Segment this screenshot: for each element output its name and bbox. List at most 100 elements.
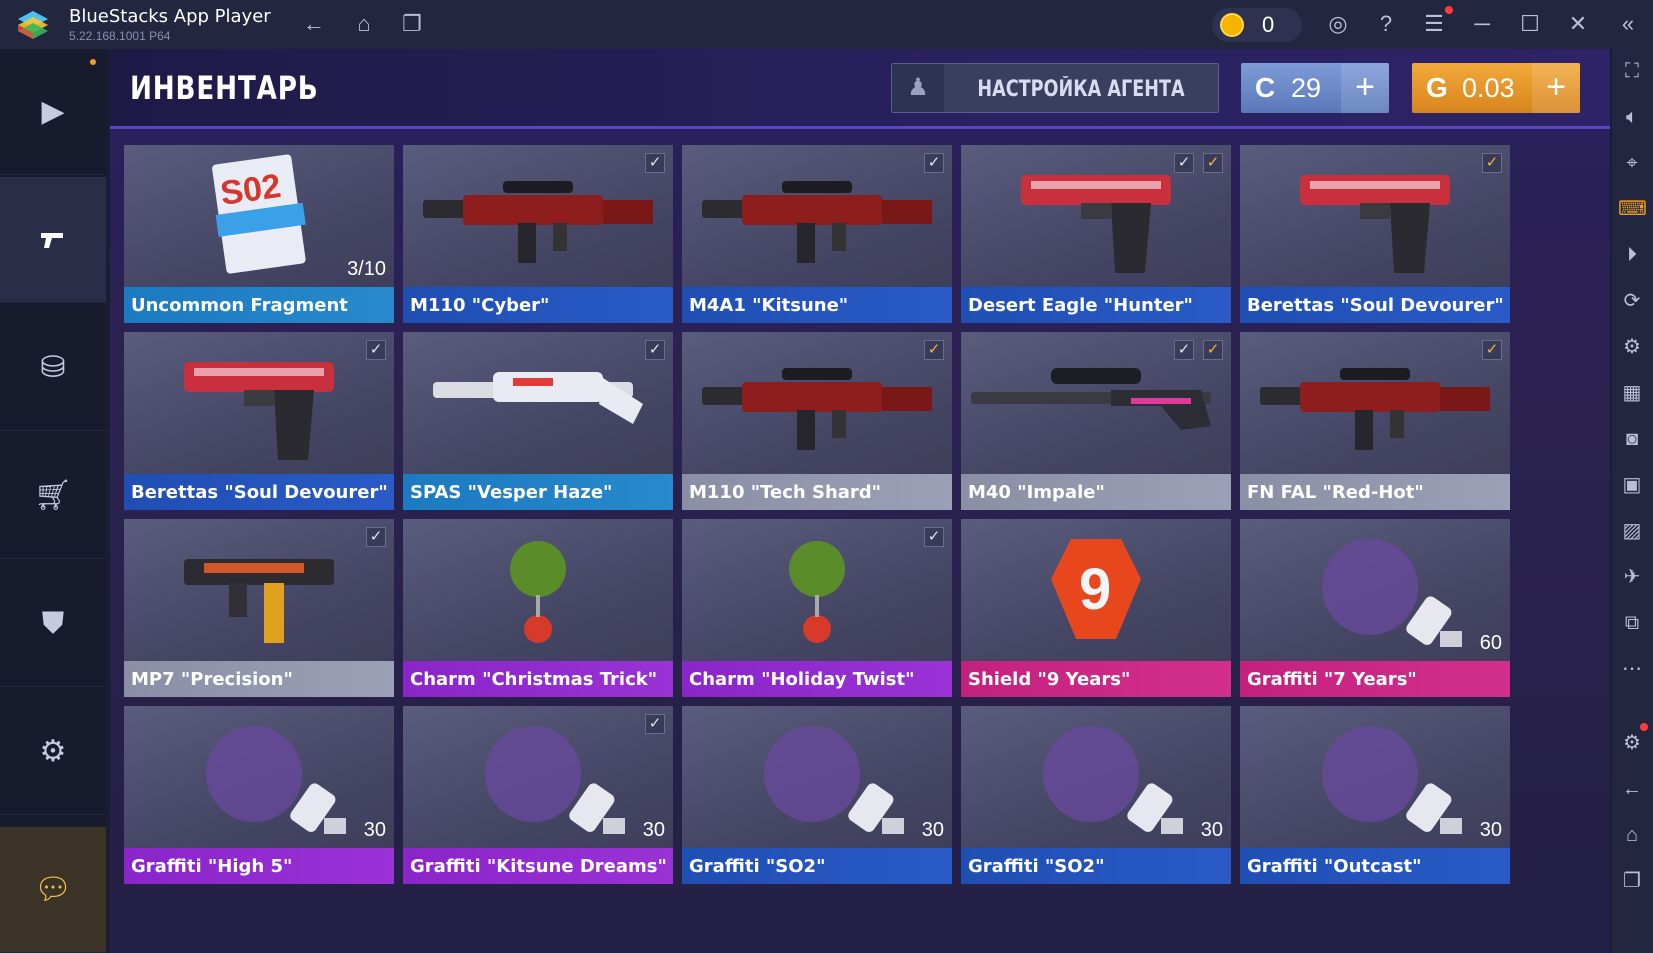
inventory-item-card[interactable]: 30 Graffiti "High 5" [124,706,394,884]
gun-icon[interactable] [0,177,106,303]
graffiti-item-art-icon [764,726,904,834]
item-name: Uncommon Fragment [124,287,394,323]
menu-icon[interactable]: ☰ [1420,10,1448,38]
inventory-item-card[interactable]: 9 Shield "9 Years" [961,519,1231,697]
rifle-item-art-icon [423,181,653,263]
inventory-item-card[interactable]: ✓ ✓ Desert Eagle "Hunter" [961,145,1231,323]
svg-text:9: 9 [1079,557,1111,622]
equipped-check-icon[interactable]: ✓ [1174,153,1194,173]
equipped-check-icon[interactable]: ✓ [924,527,944,547]
inventory-item-card[interactable]: 30 Graffiti "Outcast" [1240,706,1510,884]
equipped-check-icon[interactable]: ✓ [366,527,386,547]
item-count: 30 [642,819,665,841]
help-icon[interactable]: ? [1372,10,1400,38]
cursor-icon[interactable]: ⌖ [1618,149,1646,177]
inventory-item-card[interactable]: ✓ ✓ M40 "Impale" [961,332,1231,510]
inventory-item-card[interactable]: ✓ M110 "Tech Shard" [682,332,952,510]
add-silver-button[interactable]: + [1341,63,1389,113]
record-icon[interactable]: ⏵ [1618,241,1646,269]
android-back-icon[interactable]: ← [1618,775,1646,803]
inventory-item-card[interactable]: ✓ 30 Graffiti "Kitsune Dreams" [403,706,673,884]
inventory-item-card[interactable]: S02 3/10 Uncommon Fragment [124,145,394,323]
inventory-item-card[interactable]: ✓ MP7 "Precision" [124,519,394,697]
inventory-item-card[interactable]: ✓ SPAS "Vesper Haze" [403,332,673,510]
coin-value: 0 [1262,12,1275,37]
apk-icon[interactable]: ▦ [1618,379,1646,407]
coin-balance[interactable]: 0 [1212,8,1302,42]
settings-icon[interactable]: ⚙ [1618,729,1646,757]
gold-currency: G 0.03 + [1412,63,1580,113]
item-name: Charm "Holiday Twist" [682,661,952,697]
airplane-icon[interactable]: ✈ [1618,563,1646,591]
inventory-item-card[interactable]: 60 Graffiti "7 Years" [1240,519,1510,697]
inventory-item-card[interactable]: Charm "Christmas Trick" [403,519,673,697]
inventory-item-card[interactable]: 30 Graffiti "SO2" [682,706,952,884]
equipped-check-icon[interactable]: ✓ [645,153,665,173]
macro-icon[interactable]: ⚙ [1618,333,1646,361]
item-count: 30 [921,819,944,841]
home-icon[interactable]: ⌂ [350,10,378,38]
clan-icon[interactable]: ⛊ [0,561,106,687]
settings-notification-dot [1640,723,1648,731]
equipped-check-icon[interactable]: ✓ [924,340,944,360]
minimize-icon[interactable]: ─ [1468,10,1496,38]
maximize-icon[interactable]: ☐ [1516,10,1544,38]
inventory-item-card[interactable]: ✓ FN FAL "Red-Hot" [1240,332,1510,510]
chat-icon[interactable]: 💬︎ [0,827,106,953]
equipped-check-icon[interactable]: ✓ [645,340,665,360]
emulator-toolbar: ⛶ 🔈︎ ⌖ ⌨ ⏵ ⟳ ⚙ ▦ ◙ ▣ ▨ ✈ ⧉ ⋯ ⚙ ← ⌂ ❐ [1612,49,1653,953]
inventory-item-card[interactable]: 30 Graffiti "SO2" [961,706,1231,884]
screen-record-icon[interactable]: ▣ [1618,471,1646,499]
inventory-item-card[interactable]: ✓ Berettas "Soul Devourer" [124,332,394,510]
graffiti-item-art-icon [1322,539,1462,647]
media-icon[interactable]: ▨ [1618,517,1646,545]
back-icon[interactable]: ← [300,10,328,38]
close-icon[interactable]: ✕ [1564,10,1592,38]
android-home-icon[interactable]: ⌂ [1618,821,1646,849]
equipped-check-icon[interactable]: ✓ [1482,153,1502,173]
item-name: Berettas "Soul Devourer" [124,474,394,510]
equipped-check-icon[interactable]: ✓ [924,153,944,173]
multi-instance-icon[interactable]: ⧉ [1618,609,1646,637]
volume-icon[interactable]: 🔈︎ [1618,103,1646,131]
gear-icon[interactable]: ⚙ [0,689,106,815]
equipped-check-icon[interactable]: ✓ [1174,340,1194,360]
inventory-grid: S02 3/10 Uncommon Fragment ✓ M110 "Cyber" ✓ M4… [124,145,1510,884]
equipped-check-icon[interactable]: ✓ [1203,340,1223,360]
keyboard-icon[interactable]: ⌨ [1618,195,1647,223]
agent-settings-button[interactable]: ♟ НАСТРОЙКА АГЕНТА [891,63,1219,113]
inventory-item-card[interactable]: ✓ Charm "Holiday Twist" [682,519,952,697]
play-icon[interactable]: ▶ [0,49,106,175]
equipped-check-icon[interactable]: ✓ [1203,153,1223,173]
item-name: Graffiti "Outcast" [1240,848,1510,884]
item-name: Graffiti "7 Years" [1240,661,1510,697]
equipped-check-icon[interactable]: ✓ [366,340,386,360]
coins-icon[interactable]: ⛁ [0,305,106,431]
equipped-check-icon[interactable]: ✓ [645,714,665,734]
coin-icon [1220,13,1244,37]
collapse-icon[interactable]: « [1614,10,1642,38]
graffiti-item-art-icon [1322,726,1462,834]
account-icon[interactable]: ◎ [1324,10,1352,38]
item-name: M40 "Impale" [961,474,1231,510]
inventory-header: ИНВЕНТАРЬ ♟ НАСТРОЙКА АГЕНТА C 29 + G 0.… [110,49,1610,129]
item-name: Graffiti "SO2" [961,848,1231,884]
item-name: Desert Eagle "Hunter" [961,287,1231,323]
cart-icon[interactable]: 🛒︎ [0,433,106,559]
inventory-item-card[interactable]: ✓ M4A1 "Kitsune" [682,145,952,323]
more-icon[interactable]: ⋯ [1618,655,1646,683]
add-gold-button[interactable]: + [1532,63,1580,113]
smg-item-art-icon [184,559,334,643]
android-recents-icon[interactable]: ❐ [1618,867,1646,895]
inventory-item-card[interactable]: ✓ Berettas "Soul Devourer" [1240,145,1510,323]
fullscreen-icon[interactable]: ⛶ [1618,57,1646,85]
equipped-check-icon[interactable]: ✓ [1482,340,1502,360]
shotgun-item-art-icon [433,372,643,424]
screenshot-icon[interactable]: ◙ [1618,425,1646,453]
multi-window-icon[interactable]: ❐ [398,10,426,38]
rotate-icon[interactable]: ⟳ [1618,287,1646,315]
gold-value: 0.03 [1462,73,1515,103]
item-name: Graffiti "Kitsune Dreams" [403,848,673,884]
inventory-item-card[interactable]: ✓ M110 "Cyber" [403,145,673,323]
item-count: 30 [1479,819,1502,841]
